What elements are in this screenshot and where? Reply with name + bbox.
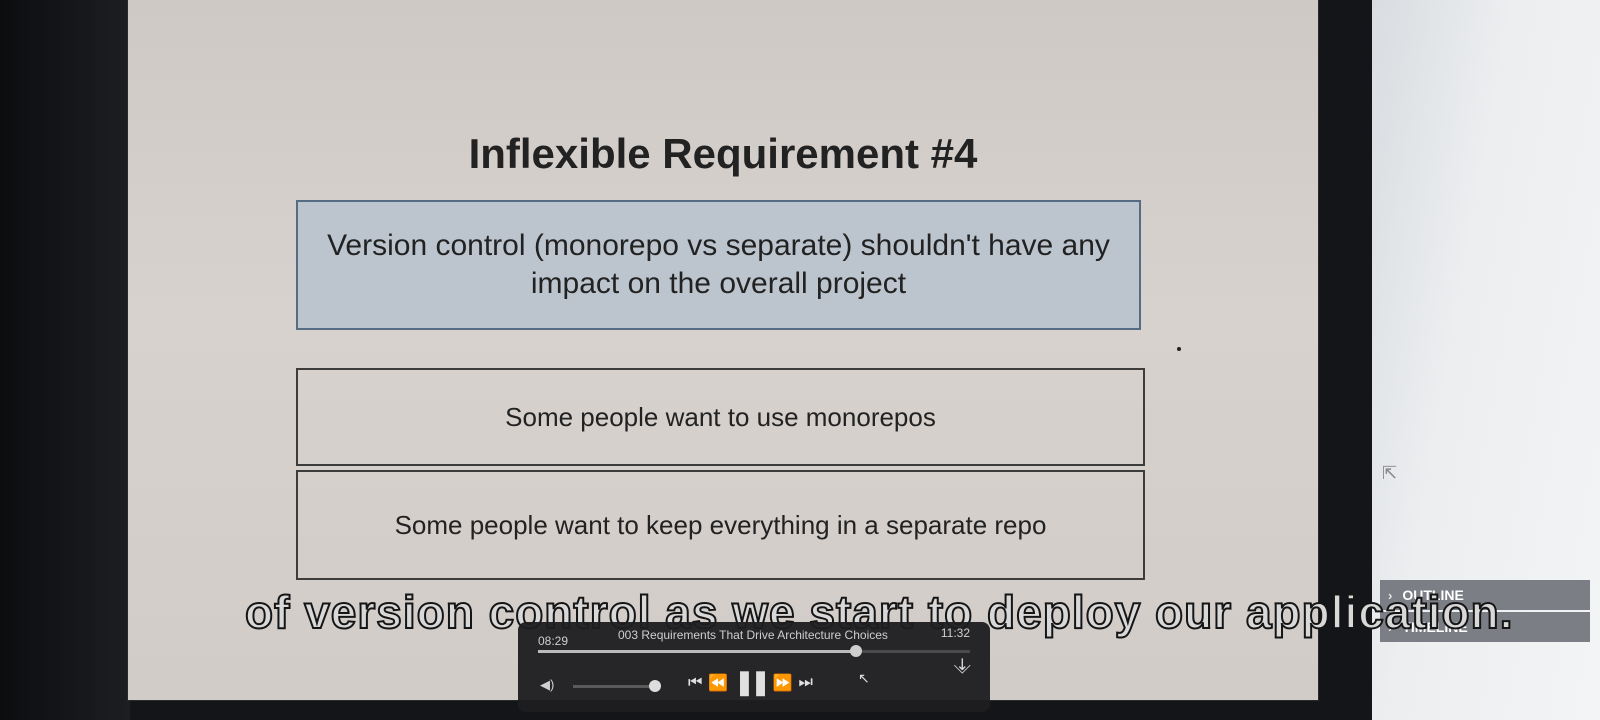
option-text-monorepo: Some people want to use monorepos — [505, 401, 936, 432]
skip-forward-icon[interactable]: ⏭ — [798, 674, 812, 692]
fast-forward-icon[interactable]: ⏩ — [773, 673, 793, 693]
volume-slider[interactable] — [573, 680, 661, 692]
option-box-separate: Some people want to keep everything in a… — [296, 470, 1145, 580]
volume-knob[interactable] — [649, 680, 661, 692]
video-title: 003 Requirements That Drive Architecture… — [618, 628, 888, 642]
screen-bezel — [0, 0, 130, 720]
pointer-icon: ⇱ — [1382, 463, 1398, 483]
progress-bar[interactable] — [538, 645, 970, 657]
mouse-cursor-icon: ↖ — [858, 670, 870, 686]
skip-back-icon[interactable]: ⏮ — [688, 674, 702, 692]
video-player-controls[interactable]: 08:29 003 Requirements That Drive Archit… — [518, 622, 990, 712]
requirement-text: Version control (monorepo vs separate) s… — [327, 229, 1110, 300]
progress-knob[interactable] — [849, 645, 862, 657]
playback-controls: ⏮ ⏪ ❚❚ ⏩ ⏭ — [688, 668, 813, 697]
progress-fill — [538, 650, 856, 653]
duration: 11:32 — [940, 626, 970, 640]
slide-title: Inflexible Requirement #4 — [468, 130, 978, 177]
option-text-separate: Some people want to keep everything in a… — [394, 509, 1047, 540]
exit-fullscreen-icon[interactable]: ⇲ — [949, 654, 973, 678]
volume-icon[interactable]: ◀) — [540, 677, 554, 693]
rewind-icon[interactable]: ⏪ — [708, 673, 728, 693]
stray-dot — [1177, 347, 1181, 351]
requirement-box: Version control (monorepo vs separate) s… — [296, 200, 1141, 330]
current-time: 08:29 — [538, 634, 569, 648]
pause-icon[interactable]: ❚❚ — [734, 668, 770, 697]
option-box-monorepo: Some people want to use monorepos — [296, 368, 1145, 466]
